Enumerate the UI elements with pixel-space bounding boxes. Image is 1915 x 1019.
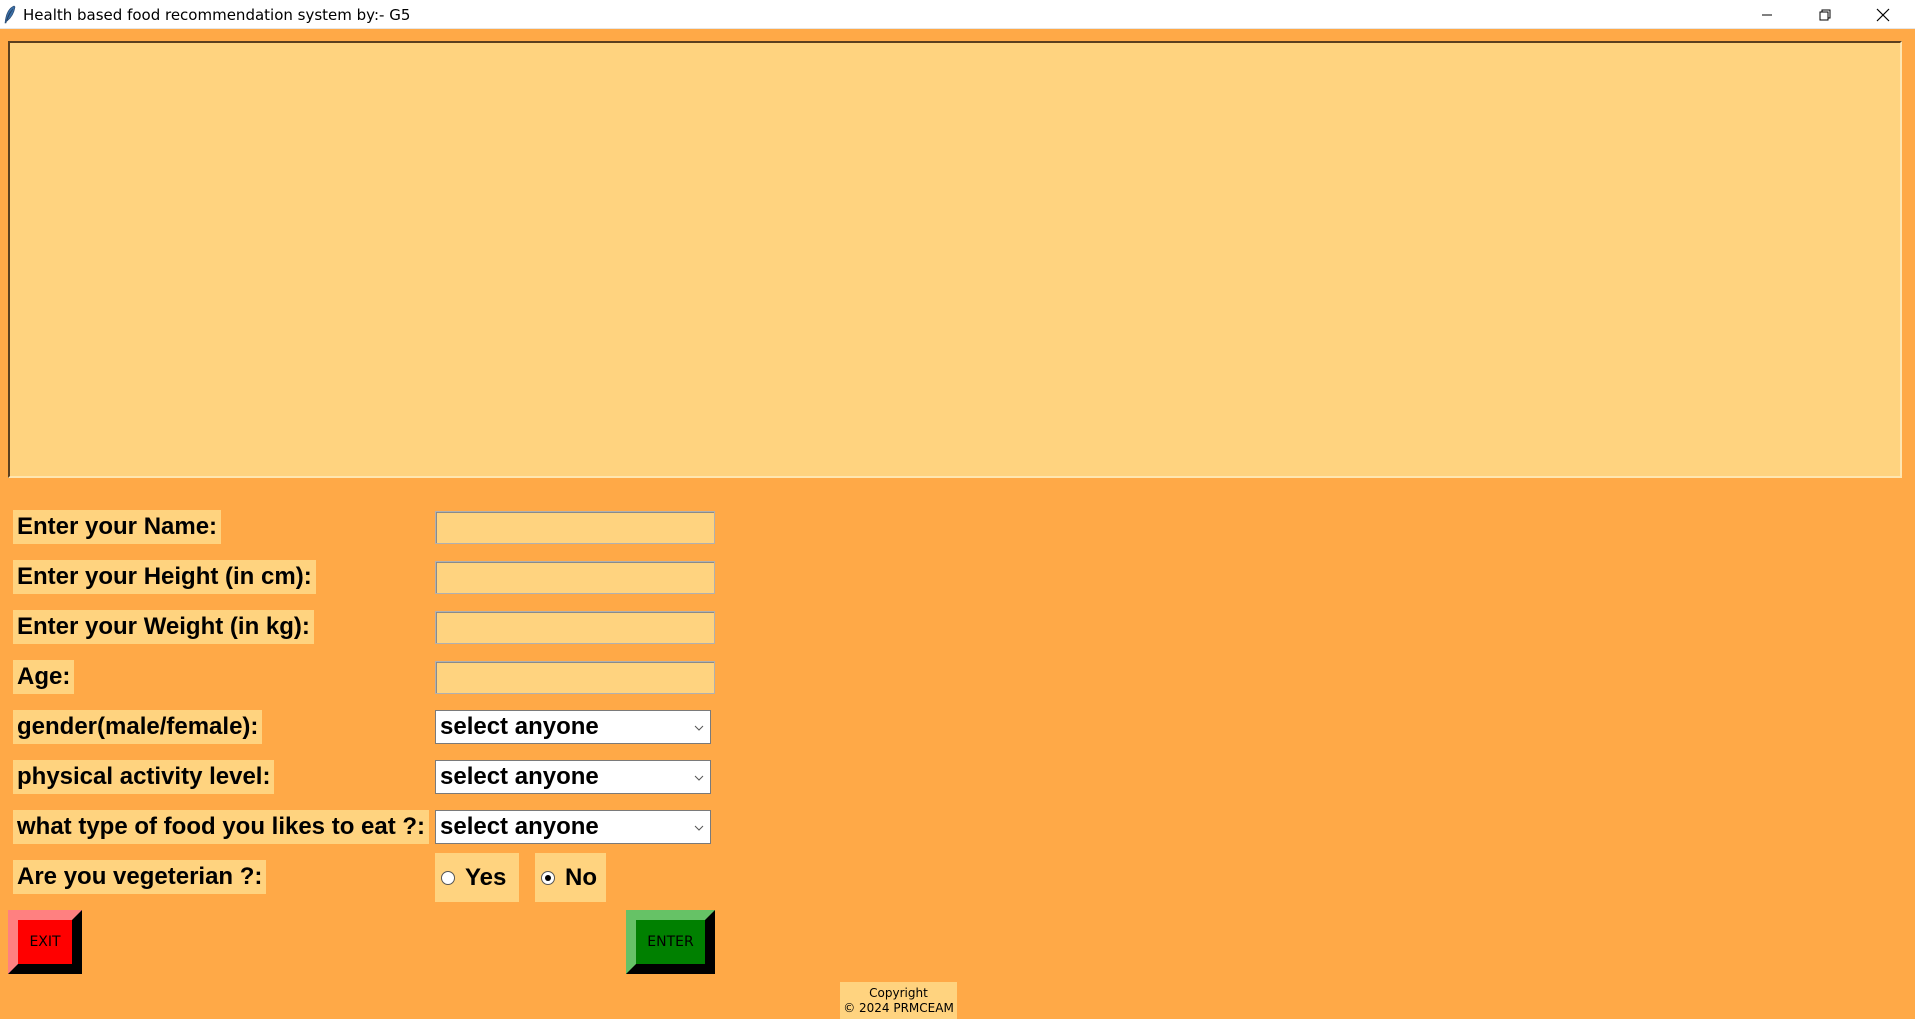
gender-select[interactable]: select anyone (435, 710, 711, 744)
height-input[interactable] (435, 561, 715, 594)
activity-select-value: select anyone (440, 763, 599, 790)
name-label: Enter your Name: (13, 510, 222, 544)
food-type-label: what type of food you likes to eat ?: (13, 810, 430, 844)
enter-button[interactable]: ENTER (626, 910, 715, 974)
chevron-down-icon (694, 775, 704, 781)
age-input[interactable] (435, 661, 715, 694)
vegetarian-no-radio[interactable]: No (535, 853, 606, 902)
radio-checked-icon (541, 870, 555, 885)
restore-button[interactable] (1796, 0, 1854, 29)
copyright-line-1: Copyright (869, 986, 928, 1000)
radio-unchecked-icon (441, 870, 455, 885)
chevron-down-icon (694, 825, 704, 831)
food-type-select-value: select anyone (440, 813, 599, 840)
enter-button-label: ENTER (647, 934, 694, 950)
weight-input[interactable] (435, 611, 715, 644)
vegetarian-yes-radio[interactable]: Yes (435, 853, 519, 902)
age-label: Age: (13, 660, 75, 694)
height-label: Enter your Height (in cm): (13, 560, 316, 594)
minimize-button[interactable] (1738, 0, 1796, 29)
vegetarian-yes-label: Yes (465, 863, 507, 891)
food-type-select[interactable]: select anyone (435, 810, 711, 844)
minimize-icon (1762, 14, 1772, 15)
exit-button[interactable]: EXIT (8, 910, 82, 974)
name-input[interactable] (435, 511, 715, 544)
gender-select-value: select anyone (440, 713, 599, 740)
activity-label: physical activity level: (13, 760, 275, 794)
vegetarian-no-label: No (565, 863, 597, 891)
close-button[interactable] (1854, 0, 1912, 29)
vegetarian-label: Are you vegeterian ?: (13, 860, 267, 894)
copyright-line-2: © 2024 PRMCEAM (843, 1001, 954, 1015)
close-icon (1876, 8, 1890, 21)
activity-select[interactable]: select anyone (435, 760, 711, 794)
weight-label: Enter your Weight (in kg): (13, 610, 314, 644)
restore-icon (1819, 9, 1831, 20)
gender-label: gender(male/female): (13, 710, 263, 744)
output-display-area[interactable] (8, 41, 1902, 478)
window-title: Health based food recommendation system … (23, 6, 411, 24)
copyright-notice: Copyright © 2024 PRMCEAM (840, 982, 957, 1019)
exit-button-label: EXIT (29, 934, 61, 950)
chevron-down-icon (694, 725, 704, 731)
feather-icon (4, 5, 16, 24)
title-bar: Health based food recommendation system … (0, 0, 1915, 29)
